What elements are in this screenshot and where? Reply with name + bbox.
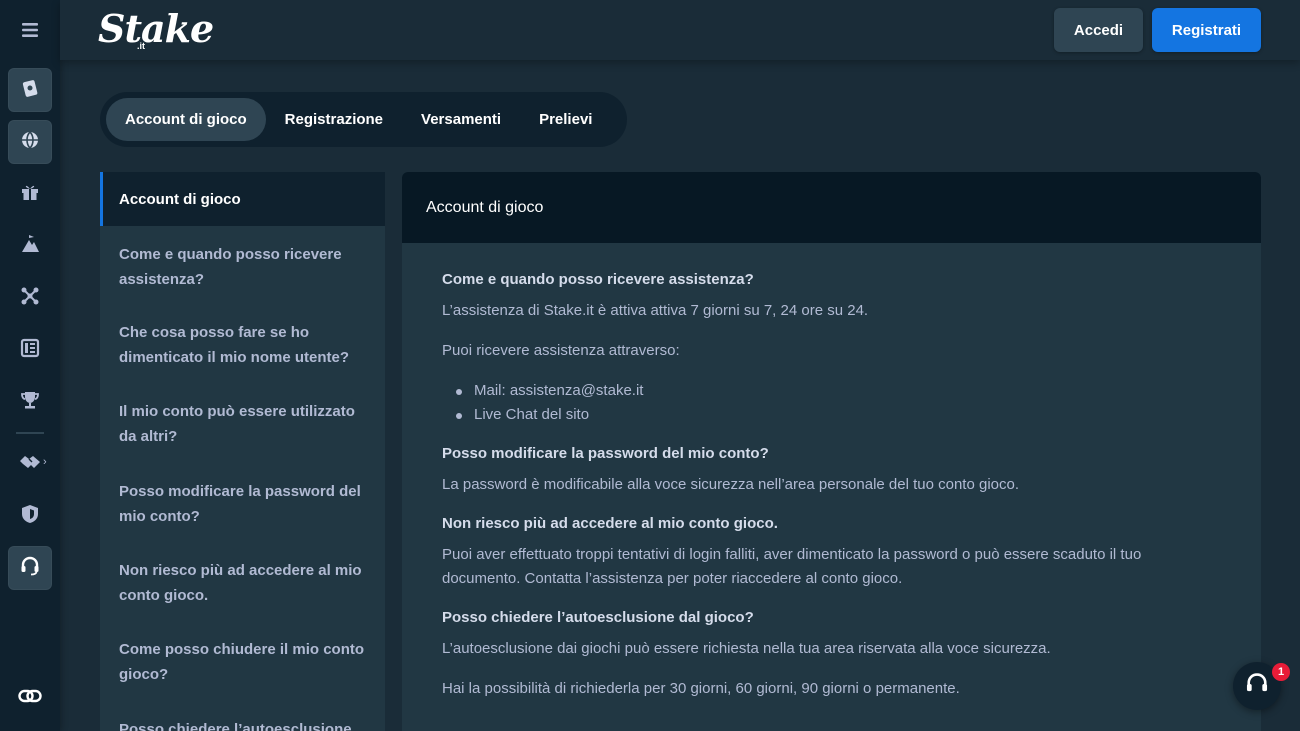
shield-icon	[21, 504, 39, 529]
top-bar: Stake .it Accedi Registrati	[60, 0, 1300, 60]
brand-logo[interactable]: Stake	[98, 6, 214, 51]
contact-list: Mail: assistenza@stake.it Live Chat del …	[442, 379, 1221, 427]
faq-item-chiusura[interactable]: Come posso chiudere il mio conto gioco?	[100, 622, 385, 701]
casino-icon	[19, 77, 41, 104]
promotions-button[interactable]	[8, 172, 52, 216]
register-button[interactable]: Registrati	[1152, 8, 1261, 52]
answer-paragraph: Puoi aver effettuato troppi tentativi di…	[442, 546, 1142, 587]
answer-paragraph: Hai la possibilità di richiederla per 30…	[442, 680, 960, 697]
left-rail: ›	[0, 0, 60, 731]
help-tabs: Account di gioco Registrazione Versament…	[100, 92, 627, 147]
answer-paragraph: L’autoesclusione dai giochi può essere r…	[442, 640, 1051, 657]
casino-button[interactable]	[8, 68, 52, 112]
faq-content-panel: Account di gioco Come e quando posso ric…	[402, 172, 1261, 731]
panel-heading: Account di gioco	[402, 172, 1261, 243]
faq-item-conto-altri[interactable]: Il mio conto può essere utilizzato da al…	[100, 384, 385, 464]
faq-item-assistenza[interactable]: Come e quando posso ricevere assistenza?	[100, 226, 385, 306]
answer-paragraph: Puoi ricevere assistenza attraverso:	[442, 342, 680, 359]
faq-item-password[interactable]: Posso modificare la password del mio con…	[100, 464, 385, 543]
support-button[interactable]	[8, 546, 52, 590]
question-title: Posso chiedere l’autoesclusione dal gioc…	[442, 609, 754, 626]
answer-paragraph: L’assistenza di Stake.it è attiva attiva…	[442, 302, 869, 319]
faq-sidebar: Account di gioco Come e quando posso ric…	[100, 172, 385, 731]
trophy-icon	[20, 390, 40, 415]
trophy-button[interactable]	[8, 380, 52, 424]
faq-item-autoesclusione[interactable]: Posso chiedere l’autoesclusione dal gioc…	[100, 701, 385, 731]
login-button[interactable]: Accedi	[1054, 8, 1143, 52]
challenges-button[interactable]	[8, 224, 52, 268]
answer-paragraph: La password è modificabile alla voce sic…	[442, 476, 1020, 493]
faq-item-account-di-gioco[interactable]: Account di gioco	[100, 172, 385, 226]
news-icon	[20, 338, 40, 363]
chevron-right-icon: ›	[43, 456, 47, 468]
tab-versamenti[interactable]: Versamenti	[402, 98, 520, 141]
question-title: Posso modificare la password del mio con…	[442, 445, 769, 462]
mountain-icon	[20, 234, 40, 259]
list-item: Live Chat del sito	[442, 403, 1221, 427]
gift-icon	[20, 182, 40, 207]
tab-registrazione[interactable]: Registrazione	[266, 98, 402, 141]
sports-icon	[19, 129, 41, 156]
notification-badge: 1	[1272, 663, 1290, 681]
list-item: Mail: assistenza@stake.it	[442, 379, 1221, 403]
news-button[interactable]	[8, 328, 52, 372]
menu-icon[interactable]	[0, 8, 60, 52]
faq-item-accesso[interactable]: Non riesco più ad accedere al mio conto …	[100, 543, 385, 622]
tab-account-di-gioco[interactable]: Account di gioco	[106, 98, 266, 141]
headset-icon	[19, 555, 41, 582]
network-button[interactable]	[8, 276, 52, 320]
panel-body: Come e quando posso ricevere assistenza?…	[402, 243, 1261, 701]
link-icon	[18, 689, 42, 708]
headset-icon	[1244, 671, 1270, 702]
question-title: Come e quando posso ricevere assistenza?	[442, 271, 754, 288]
handshake-icon	[19, 452, 41, 477]
brand-logo-suffix: .it	[137, 41, 145, 51]
faq-item-nome-utente[interactable]: Che cosa posso fare se ho dimenticato il…	[100, 306, 385, 384]
tab-prelievi[interactable]: Prelievi	[520, 98, 611, 141]
rail-divider	[16, 432, 44, 434]
link-button[interactable]	[8, 676, 52, 720]
question-title: Non riesco più ad accedere al mio conto …	[442, 515, 778, 532]
network-icon	[20, 286, 40, 311]
responsible-gaming-button[interactable]	[8, 494, 52, 538]
sports-button[interactable]	[8, 120, 52, 164]
